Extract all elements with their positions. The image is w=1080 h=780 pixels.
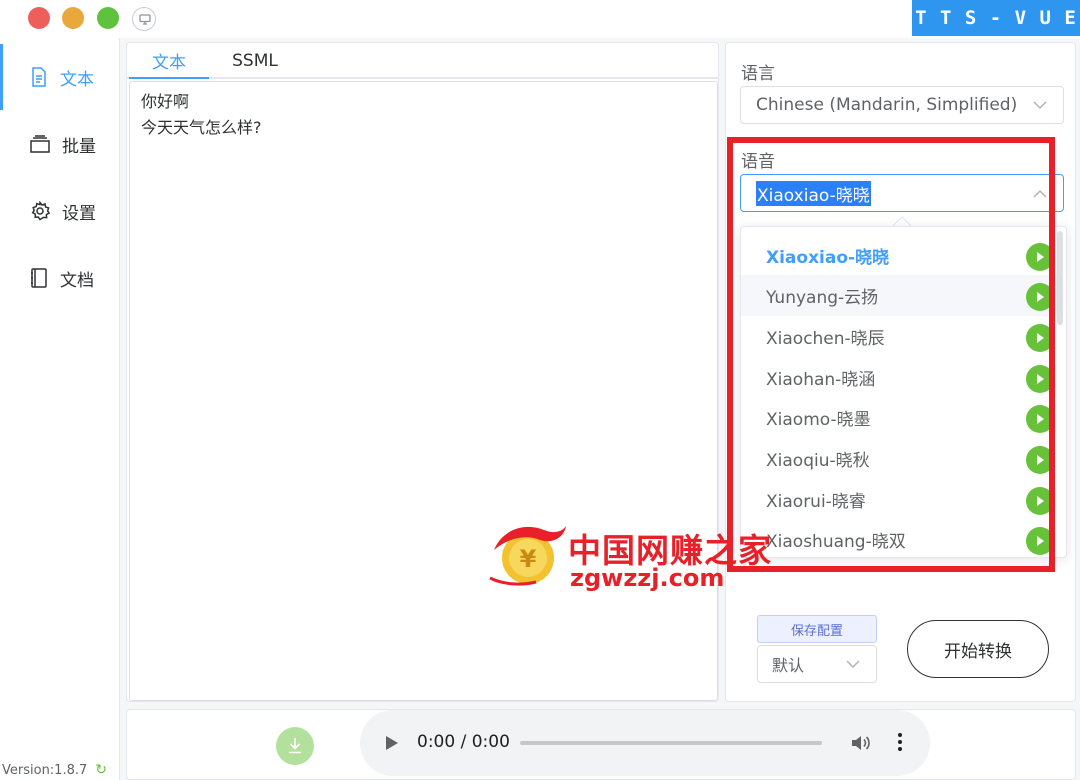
- watermark: ¥ 中国网赚之家 zgwzzj.com: [486, 520, 771, 592]
- more-options-icon[interactable]: [897, 732, 903, 754]
- close-window-button[interactable]: [28, 7, 50, 29]
- chevron-down-icon: [1033, 101, 1047, 110]
- download-icon: [289, 738, 301, 754]
- audio-player: 0:00 / 0:00: [360, 710, 930, 776]
- watermark-logo: ¥: [489, 526, 566, 586]
- language-value: Chinese (Mandarin, Simplified): [756, 95, 1018, 115]
- monitor-icon[interactable]: [132, 7, 156, 31]
- sidebar-item-text[interactable]: 文本: [0, 44, 119, 110]
- sidebar-item-label: 文档: [60, 270, 94, 291]
- version-info: Version:1.8.7 ↻: [2, 762, 107, 778]
- gear-icon: [31, 201, 50, 221]
- playback-time: 0:00 / 0:00: [417, 732, 510, 752]
- language-label: 语言: [741, 64, 775, 84]
- preset-value: 默认: [772, 656, 805, 675]
- batch-icon: [30, 135, 50, 153]
- download-button[interactable]: [276, 727, 314, 765]
- sidebar-item-label: 文本: [60, 69, 94, 90]
- sidebar-item-label: 批量: [62, 136, 96, 157]
- progress-bar[interactable]: [520, 741, 822, 745]
- sidebar: 文本 批量 设置 文档 Version:1.8.7 ↻: [0, 38, 120, 780]
- sidebar-item-label: 设置: [62, 203, 96, 224]
- watermark-en-text: zgwzzj.com: [570, 564, 725, 592]
- version-text: Version:1.8.7: [2, 762, 88, 778]
- title-bar: T T S - V U E: [0, 0, 1080, 38]
- volume-icon[interactable]: [850, 733, 872, 753]
- sidebar-item-docs[interactable]: 文档: [0, 245, 119, 311]
- maximize-window-button[interactable]: [97, 7, 119, 29]
- preset-select[interactable]: 默认: [757, 645, 877, 683]
- chevron-down-icon: [846, 660, 860, 669]
- svg-text:¥: ¥: [520, 545, 537, 573]
- tab-text[interactable]: 文本: [129, 43, 209, 79]
- start-convert-button[interactable]: 开始转换: [907, 620, 1049, 678]
- tab-ssml[interactable]: SSML: [209, 43, 301, 79]
- refresh-icon[interactable]: ↻: [95, 762, 107, 778]
- document-icon: [32, 67, 46, 87]
- sidebar-item-settings[interactable]: 设置: [0, 178, 119, 244]
- editor-panel: 文本 SSML 你好啊 今天天气怎么样?: [126, 42, 719, 702]
- save-config-button[interactable]: 保存配置: [757, 615, 877, 643]
- notebook-icon: [31, 268, 47, 288]
- text-input[interactable]: 你好啊 今天天气怎么样?: [129, 81, 718, 701]
- app-brand: T T S - V U E: [912, 0, 1080, 36]
- language-select[interactable]: Chinese (Mandarin, Simplified): [740, 86, 1064, 124]
- editor-tabs: 文本 SSML: [127, 43, 718, 79]
- highlight-box: [727, 137, 1055, 572]
- play-icon[interactable]: [386, 736, 398, 750]
- dropdown-scrollbar[interactable]: [1057, 231, 1063, 325]
- sidebar-item-batch[interactable]: 批量: [0, 111, 119, 177]
- minimize-window-button[interactable]: [62, 7, 84, 29]
